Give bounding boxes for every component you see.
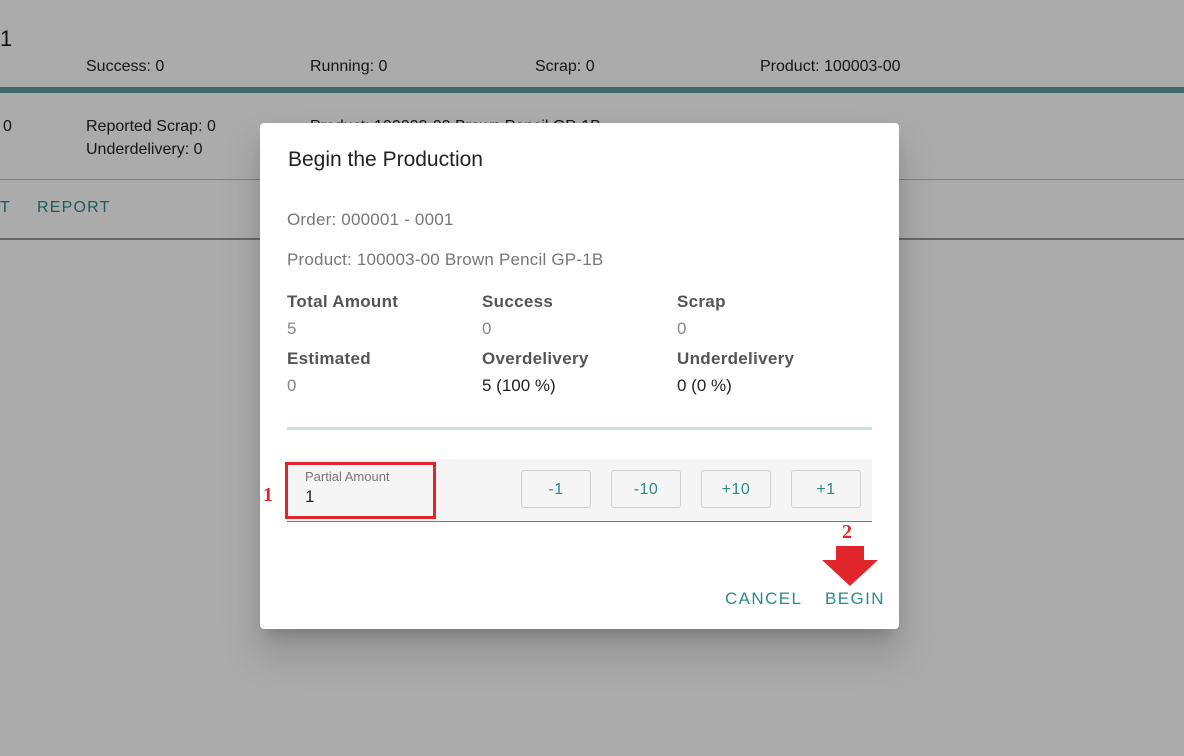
total-amount-label: Total Amount [287,292,399,311]
annotation-marker-2: 2 [842,521,852,543]
begin-production-dialog: Begin the Production Order: 000001 - 000… [260,123,899,629]
dialog-title: Begin the Production [288,148,483,171]
overdelivery-label: Overdelivery [482,349,589,368]
decrement-10-button[interactable]: -10 [611,470,681,508]
order-info: Order: 000001 - 0001 [287,210,454,229]
overdelivery-value: 5 (100 %) [482,376,556,395]
cancel-button[interactable]: CANCEL [725,589,802,609]
estimated-label: Estimated [287,349,371,368]
underdelivery-label: Underdelivery [677,349,795,368]
increment-10-button[interactable]: +10 [701,470,771,508]
scrap-value: 0 [677,319,687,338]
total-amount-value: 5 [287,319,297,338]
section-separator [287,427,872,430]
begin-button[interactable]: BEGIN [825,589,885,609]
annotation-marker-1: 1 [263,484,273,506]
success-value: 0 [482,319,492,338]
product-info: Product: 100003-00 Brown Pencil GP-1B [287,250,604,269]
estimated-value: 0 [287,376,297,395]
annotation-highlight-box [285,462,436,519]
success-label: Success [482,292,554,311]
underdelivery-value: 0 (0 %) [677,376,732,395]
increment-1-button[interactable]: +1 [791,470,861,508]
decrement-1-button[interactable]: -1 [521,470,591,508]
annotation-arrow-down-icon [822,546,878,586]
scrap-label: Scrap [677,292,726,311]
